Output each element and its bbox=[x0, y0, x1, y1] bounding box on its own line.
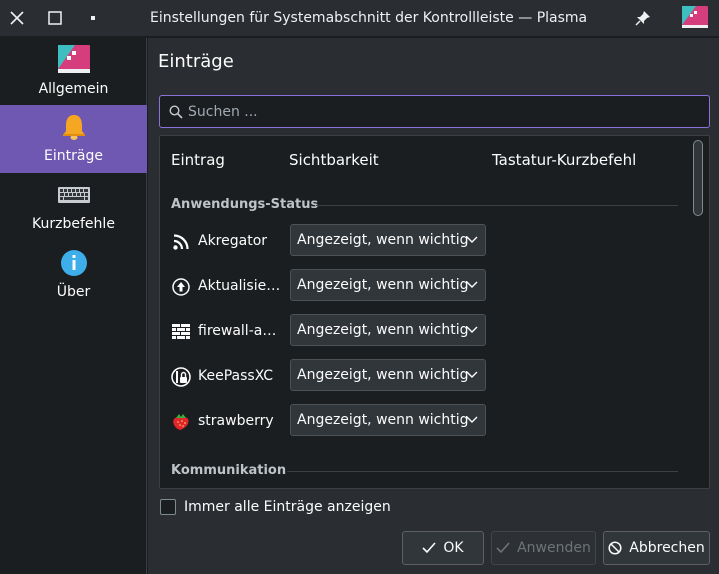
cancel-button-label: Abbrechen bbox=[629, 540, 705, 556]
visibility-select-keepassxc[interactable]: Angezeigt, wenn wichtig bbox=[290, 359, 486, 391]
sidebar-item-label: Kurzbefehle bbox=[32, 216, 115, 232]
entry-name: firewall-applet bbox=[198, 323, 282, 339]
group-divider bbox=[287, 471, 678, 472]
search-field[interactable] bbox=[159, 95, 710, 128]
visibility-value: Angezeigt, wenn wichtig bbox=[297, 322, 469, 338]
visibility-value: Angezeigt, wenn wichtig bbox=[297, 277, 469, 293]
main-panel: Einträge Eintrag Sichtbarkeit Tastatur-K… bbox=[148, 38, 719, 574]
apply-button[interactable]: Anwenden bbox=[491, 531, 596, 565]
page-title: Einträge bbox=[158, 51, 234, 72]
visibility-select-akregator[interactable]: Angezeigt, wenn wichtig bbox=[290, 224, 486, 256]
column-header-visibility[interactable]: Sichtbarkeit bbox=[289, 151, 379, 169]
rss-feed-icon bbox=[171, 232, 191, 252]
column-header-shortcut[interactable]: Tastatur-Kurzbefehl bbox=[492, 151, 636, 169]
close-window-button[interactable] bbox=[5, 6, 29, 30]
pin-icon bbox=[635, 11, 650, 26]
search-input[interactable] bbox=[188, 96, 698, 127]
search-icon bbox=[169, 105, 183, 119]
show-all-entries-label[interactable]: Immer alle Einträge anzeigen bbox=[184, 499, 391, 515]
visibility-select-aktualisierungen[interactable]: Angezeigt, wenn wichtig bbox=[290, 269, 486, 301]
keepassxc-lock-icon bbox=[171, 367, 191, 387]
chevron-down-icon bbox=[466, 371, 478, 378]
checkmark-icon bbox=[422, 542, 436, 554]
entry-name: strawberry bbox=[198, 413, 274, 429]
window-title: Einstellungen für Systemabschnitt der Ko… bbox=[150, 10, 588, 26]
update-arrow-icon bbox=[171, 277, 191, 297]
column-header-entry[interactable]: Eintrag bbox=[171, 151, 225, 169]
sidebar-item-kurzbefehle[interactable]: Kurzbefehle bbox=[0, 173, 147, 241]
chevron-down-icon bbox=[466, 236, 478, 243]
general-settings-icon bbox=[57, 44, 91, 76]
entry-name: KeePassXC bbox=[198, 368, 274, 384]
chevron-down-icon bbox=[466, 416, 478, 423]
sidebar-item-ueber[interactable]: Über bbox=[0, 241, 147, 309]
sidebar: Allgemein Einträge Kurzbefehle Über bbox=[0, 38, 147, 574]
visibility-value: Angezeigt, wenn wichtig bbox=[297, 232, 469, 248]
title-bar: Einstellungen für Systemabschnitt der Ko… bbox=[0, 0, 719, 37]
ok-button[interactable]: OK bbox=[402, 531, 484, 565]
sidebar-item-eintraege[interactable]: Einträge bbox=[0, 105, 147, 173]
visibility-select-firewall-applet[interactable]: Angezeigt, wenn wichtig bbox=[290, 314, 486, 346]
strawberry-icon bbox=[171, 412, 191, 432]
visibility-value: Angezeigt, wenn wichtig bbox=[297, 412, 469, 428]
visibility-select-strawberry[interactable]: Angezeigt, wenn wichtig bbox=[290, 404, 486, 436]
bell-icon bbox=[57, 111, 91, 143]
group-header-application-status: Anwendungs-Status bbox=[171, 197, 319, 212]
list-scrollbar[interactable] bbox=[693, 140, 703, 216]
entry-name: Aktualisierungen bbox=[198, 278, 282, 294]
minimize-window-button[interactable] bbox=[81, 6, 105, 30]
apply-button-label: Anwenden bbox=[517, 540, 591, 556]
group-divider bbox=[316, 205, 678, 206]
checkmark-icon bbox=[496, 542, 510, 554]
maximize-window-button[interactable] bbox=[43, 6, 67, 30]
chevron-down-icon bbox=[466, 326, 478, 333]
show-all-entries-checkbox[interactable] bbox=[160, 499, 176, 515]
cancel-button[interactable]: Abbrechen bbox=[603, 531, 710, 565]
group-header-communication: Kommunikation bbox=[171, 463, 287, 478]
info-icon bbox=[57, 247, 91, 279]
sidebar-item-allgemein[interactable]: Allgemein bbox=[0, 38, 147, 106]
firewall-icon bbox=[171, 322, 191, 342]
entry-name: Akregator bbox=[198, 233, 268, 249]
app-icon bbox=[682, 6, 708, 28]
keyboard-icon bbox=[57, 179, 91, 211]
systemsettings-app-icon bbox=[682, 6, 708, 28]
maximize-icon bbox=[48, 11, 62, 25]
pin-window-button[interactable] bbox=[632, 7, 654, 29]
close-icon bbox=[10, 11, 24, 25]
sidebar-item-label: Über bbox=[56, 284, 91, 300]
sidebar-item-label: Allgemein bbox=[38, 81, 109, 97]
minimize-icon bbox=[91, 16, 95, 20]
cancel-icon bbox=[608, 541, 622, 555]
ok-button-label: OK bbox=[443, 540, 464, 556]
sidebar-item-label: Einträge bbox=[44, 148, 103, 164]
visibility-value: Angezeigt, wenn wichtig bbox=[297, 367, 469, 383]
chevron-down-icon bbox=[466, 281, 478, 288]
entries-list[interactable]: Eintrag Sichtbarkeit Tastatur-Kurzbefehl… bbox=[159, 135, 710, 489]
